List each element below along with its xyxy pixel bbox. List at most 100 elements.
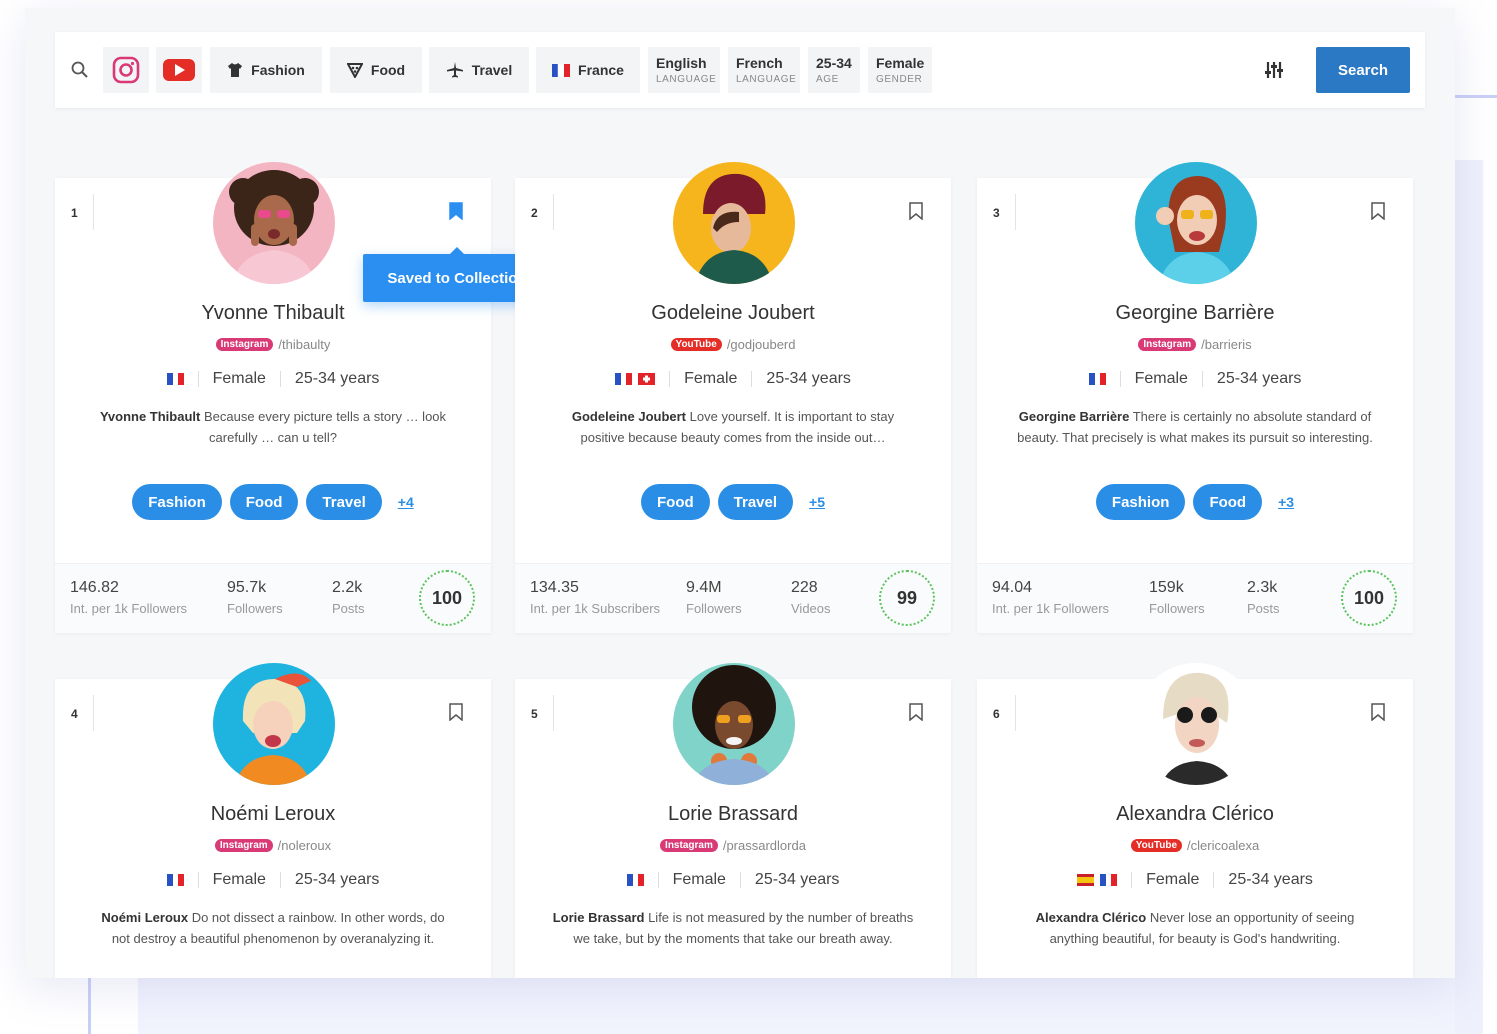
- facet-label: LANGUAGE: [736, 74, 797, 85]
- stat-followers: 9.4M Followers: [686, 579, 742, 616]
- facet-value: French: [736, 55, 783, 71]
- stat-label: Int. per 1k Followers: [70, 601, 188, 616]
- filter-settings-icon[interactable]: [1262, 59, 1286, 81]
- tag-food[interactable]: Food: [229, 484, 299, 520]
- stat-value: 2.3k: [1247, 579, 1278, 596]
- bookmark-icon[interactable]: [909, 202, 923, 220]
- handle-row: Instagram /prassardlorda: [515, 838, 951, 853]
- youtube-badge: YouTube: [670, 338, 722, 351]
- demographics: Female 25-34 years: [977, 871, 1413, 889]
- stat-videos: 228 Videos: [791, 579, 831, 616]
- bio-name: Georgine Barrière: [1018, 409, 1130, 424]
- bookmark-icon[interactable]: [1371, 202, 1385, 220]
- rank-number: 5: [531, 707, 538, 721]
- facet-value: English: [656, 55, 707, 71]
- gender: Female: [684, 370, 738, 387]
- tag-fashion[interactable]: Fashion: [1095, 484, 1186, 520]
- search-button[interactable]: Search: [1316, 47, 1410, 93]
- travel-filter-chip[interactable]: Travel: [429, 47, 529, 93]
- age: 25-34 years: [1216, 370, 1302, 387]
- more-tags-link[interactable]: +5: [809, 494, 825, 510]
- fashion-filter-chip[interactable]: Fashion: [210, 47, 322, 93]
- category-tags: Fashion Food +3: [977, 484, 1413, 520]
- avatar-curly-hair-pink-icon[interactable]: [213, 162, 335, 284]
- avatar-blonde-bow-icon[interactable]: [213, 663, 335, 785]
- gender: Female: [672, 871, 726, 888]
- youtube-badge: YouTube: [1130, 839, 1183, 852]
- facet-value: 25-34: [816, 55, 852, 71]
- tag-fashion[interactable]: Fashion: [132, 484, 222, 520]
- rank-number: 4: [71, 707, 78, 721]
- age: 25-34 years: [294, 871, 380, 888]
- stat-label: Followers: [686, 601, 742, 616]
- influencer-card[interactable]: 1 Yvonne Thibault Instagram /thibaulty F…: [55, 162, 551, 633]
- bio: Noémi Leroux Do not dissect a rainbow. I…: [91, 907, 455, 949]
- score-badge: 99: [879, 570, 935, 626]
- bookmark-icon[interactable]: [909, 703, 923, 721]
- france-filter-chip[interactable]: France: [536, 47, 640, 93]
- stat-engagement: 146.82 Int. per 1k Followers: [70, 579, 187, 616]
- tag-travel[interactable]: Travel: [306, 484, 382, 520]
- bookmark-icon[interactable]: [1371, 703, 1385, 721]
- instagram-badge: Instagram: [214, 839, 273, 852]
- influencer-card[interactable]: 2 Godeleine Joubert YouTube /godjouberd …: [515, 162, 951, 633]
- influencer-name[interactable]: Noémi Leroux: [55, 803, 491, 826]
- influencer-card[interactable]: 5 Lorie Brassard Instagram /prassardlord…: [515, 663, 951, 978]
- handle[interactable]: /noleroux: [278, 838, 331, 853]
- avatar-afro-headphones-icon[interactable]: [673, 663, 795, 785]
- food-filter-chip[interactable]: Food: [330, 47, 422, 93]
- youtube-filter-chip[interactable]: [156, 47, 202, 93]
- influencer-name[interactable]: Georgine Barrière: [977, 302, 1413, 325]
- stat-followers: 159k Followers: [1149, 579, 1205, 616]
- influencer-name[interactable]: Godeleine Joubert: [515, 302, 951, 325]
- influencer-card[interactable]: 4 Noémi Leroux Instagram /noleroux Femal…: [55, 663, 491, 978]
- influencer-card[interactable]: 6 Alexandra Clérico YouTube /clericoalex…: [977, 663, 1413, 978]
- stat-value: 2.2k: [332, 579, 363, 596]
- handle[interactable]: /prassardlorda: [723, 838, 806, 853]
- stats-bar: 134.35 Int. per 1k Subscribers 9.4M Follow…: [515, 563, 951, 633]
- demographics: Female 25-34 years: [515, 370, 951, 388]
- stat-engagement: 134.35 Int. per 1k Subscribers: [530, 579, 660, 616]
- influencer-name[interactable]: Lorie Brassard: [515, 803, 951, 826]
- bio: Yvonne Thibault Because every picture te…: [91, 406, 455, 448]
- facet-label: AGE: [816, 74, 839, 85]
- gender-chip[interactable]: Female GENDER: [868, 47, 932, 93]
- influencer-name[interactable]: Yvonne Thibault: [55, 302, 491, 325]
- language-french-chip[interactable]: French LANGUAGE: [728, 47, 800, 93]
- divider: [1015, 194, 1016, 230]
- handle[interactable]: /thibaulty: [278, 337, 330, 352]
- stat-label: Followers: [227, 601, 283, 616]
- influencer-card[interactable]: 3 Georgine Barrière Instagram /barrieris: [977, 162, 1413, 633]
- handle[interactable]: /clericoalexa: [1187, 838, 1259, 853]
- handle[interactable]: /godjouberd: [727, 337, 796, 352]
- more-tags-link[interactable]: +3: [1278, 494, 1294, 510]
- more-tags-link[interactable]: +4: [398, 494, 414, 510]
- tag-food[interactable]: Food: [641, 484, 710, 520]
- bookmark-icon[interactable]: [449, 703, 463, 721]
- app-panel: Fashion Food Travel France English LANGU…: [25, 8, 1455, 978]
- airplane-icon: [446, 61, 464, 79]
- instagram-filter-chip[interactable]: [103, 47, 149, 93]
- france-flag-icon: [166, 373, 184, 385]
- age-chip[interactable]: 25-34 AGE: [808, 47, 860, 93]
- tag-food[interactable]: Food: [1193, 484, 1263, 520]
- gender: Female: [212, 370, 266, 387]
- avatar-sunglasses-blue-icon[interactable]: [1135, 162, 1257, 284]
- score-badge: 100: [419, 570, 475, 626]
- handle[interactable]: /barrieris: [1201, 337, 1252, 352]
- score-badge: 100: [1341, 570, 1397, 626]
- age: 25-34 years: [1228, 871, 1313, 888]
- stat-value: 228: [791, 579, 818, 596]
- bio: Godeleine Joubert Love yourself. It is i…: [551, 406, 915, 448]
- youtube-icon: [163, 59, 195, 81]
- avatar-sunglasses-white-icon[interactable]: [1135, 663, 1257, 785]
- influencer-name[interactable]: Alexandra Clérico: [977, 803, 1413, 826]
- france-flag-icon: [166, 874, 184, 886]
- background-decoration: [1455, 160, 1483, 1034]
- language-english-chip[interactable]: English LANGUAGE: [648, 47, 720, 93]
- tag-travel[interactable]: Travel: [717, 484, 794, 520]
- gender: Female: [212, 871, 266, 888]
- bookmark-filled-icon[interactable]: [449, 202, 463, 220]
- search-icon[interactable]: [70, 60, 90, 80]
- avatar-beanie-yellow-icon[interactable]: [673, 162, 795, 284]
